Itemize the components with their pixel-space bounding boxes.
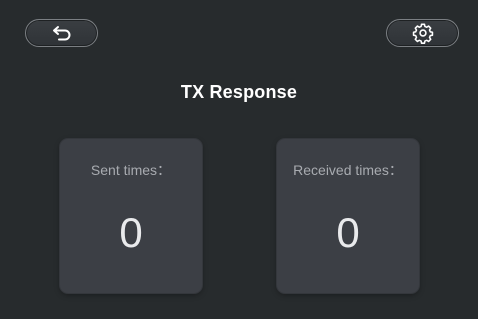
sent-times-value: 0 xyxy=(119,209,143,256)
tx-response-screen: TX Response Sent times： 0 Received times… xyxy=(0,0,478,319)
received-times-card: Received times： 0 xyxy=(277,139,419,293)
received-times-value: 0 xyxy=(336,209,360,256)
received-times-label: Received times： xyxy=(293,162,403,178)
back-arrow-icon xyxy=(52,25,72,41)
page-title: TX Response xyxy=(180,82,298,102)
gear-icon xyxy=(412,22,434,44)
sent-times-label: Sent times： xyxy=(90,162,172,178)
back-button[interactable] xyxy=(25,19,98,47)
sent-times-card: Sent times： 0 xyxy=(60,139,202,293)
settings-button[interactable] xyxy=(386,19,459,47)
